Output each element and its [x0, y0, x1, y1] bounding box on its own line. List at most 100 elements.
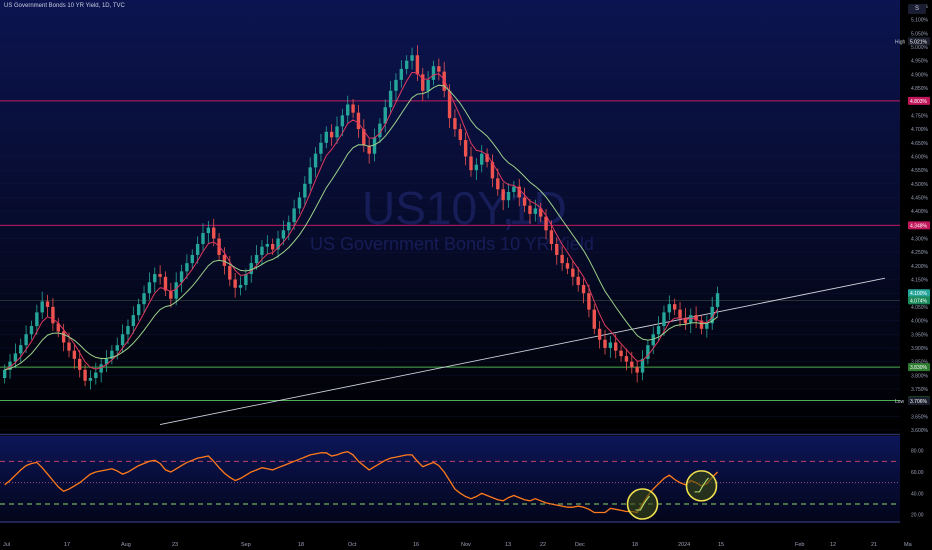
time-tick-label: 17 — [64, 542, 70, 548]
price-tick-label: 4.200% — [911, 264, 929, 270]
candle-body — [335, 126, 339, 138]
rsi-tick-label: 20.00 — [911, 513, 924, 519]
candle-body — [480, 153, 484, 165]
candle-body — [115, 345, 119, 351]
candle-body — [195, 243, 200, 255]
time-tick-label: 21 — [871, 542, 877, 548]
rsi-highlight-circle — [626, 488, 659, 520]
candle-body — [587, 293, 591, 310]
candle-body — [83, 369, 87, 381]
scale-button[interactable]: S — [908, 4, 926, 14]
price-tick-label: 4.900% — [911, 72, 929, 78]
time-tick-label: Jul — [3, 542, 10, 548]
candle-body — [581, 285, 586, 294]
candle-body — [496, 178, 500, 190]
candle-body — [533, 208, 538, 214]
candle-body — [88, 378, 93, 381]
time-tick-label: Dec — [575, 542, 585, 548]
candle-body — [512, 186, 516, 193]
candle-body — [174, 282, 178, 299]
candle-body — [689, 315, 693, 324]
candle-body — [201, 233, 205, 244]
candle-body — [324, 131, 328, 143]
rsi-tick-label: 40.00 — [911, 491, 924, 497]
candle-body — [346, 104, 350, 116]
price-tick-label: 4.450% — [911, 195, 929, 201]
candle-body — [265, 243, 270, 247]
candle-body — [45, 301, 50, 307]
candle-body — [287, 222, 291, 231]
price-tag-value: 4.803% — [910, 99, 928, 105]
candle-body — [463, 140, 468, 157]
candle-body — [222, 254, 227, 266]
price-tick-label: 3.900% — [911, 346, 929, 352]
price-tick-label: 4.050% — [911, 305, 929, 311]
rsi-tick-label: 60.00 — [911, 470, 924, 476]
candle-body — [254, 254, 259, 264]
time-tick-label: Oct — [348, 542, 357, 548]
price-tick-label: 3.950% — [911, 332, 929, 338]
price-tick-label: 4.500% — [911, 182, 929, 188]
candle-body — [630, 361, 634, 368]
watermark-interval: 1D — [508, 182, 567, 234]
time-tick-label: 13 — [505, 542, 511, 548]
price-tick-label: 4.750% — [911, 113, 929, 119]
candle-body — [126, 326, 130, 335]
candle-body — [388, 90, 393, 108]
candle-body — [99, 364, 103, 373]
rsi-tick-label: 80.00 — [911, 449, 924, 455]
candle-body — [292, 208, 296, 223]
candle-body — [94, 372, 98, 379]
price-tag-value: 4.074% — [910, 298, 928, 304]
price-tick-label: 5.000% — [911, 45, 929, 51]
time-tick-label: Sep — [241, 542, 251, 548]
watermark-symbol: US10Y, — [362, 182, 515, 234]
price-tick-label: 4.150% — [911, 278, 929, 284]
price-tick-label: 4.250% — [911, 250, 929, 256]
time-tick-label: 2024 — [678, 542, 690, 548]
candle-body — [431, 66, 436, 80]
candle-body — [544, 216, 548, 231]
candle-body — [421, 74, 425, 91]
candle-body — [329, 131, 334, 138]
candle-body — [705, 323, 709, 329]
time-tick-label: 16 — [413, 542, 419, 548]
candle-body — [78, 358, 82, 370]
price-tick-label: 3.750% — [911, 387, 929, 393]
candle-body — [19, 345, 23, 354]
time-tick-label: 22 — [540, 542, 546, 548]
candle-body — [453, 118, 457, 130]
candle-body — [35, 312, 39, 327]
candle-body — [351, 104, 355, 113]
candle-body — [614, 342, 618, 351]
candle-body — [426, 79, 430, 91]
price-tick-label: 4.600% — [911, 154, 929, 160]
candle-body — [2, 369, 7, 379]
candle-body — [437, 66, 441, 72]
time-tick-label: 23 — [172, 542, 178, 548]
chart-stage: US10Y, 1D US Government Bonds 10 YR Yiel… — [0, 0, 932, 550]
price-tag-value: 5.021% — [910, 39, 928, 45]
candle-body — [501, 189, 505, 201]
candle-body — [281, 230, 286, 239]
candle-body — [474, 164, 479, 171]
candle-body — [635, 367, 639, 373]
price-tag-value: 4.100% — [910, 291, 928, 297]
candle-body — [24, 334, 28, 346]
candle-body — [120, 334, 125, 346]
time-tick-label: Nov — [461, 542, 471, 548]
time-tick-label: 18 — [298, 542, 304, 548]
price-tag-name: High — [895, 39, 906, 45]
price-tick-label: 5.100% — [911, 18, 929, 24]
candle-body — [576, 276, 580, 286]
candle-body — [404, 60, 409, 69]
candle-body — [592, 309, 596, 329]
candle-body — [399, 68, 404, 80]
candle-body — [597, 328, 602, 340]
candle-body — [410, 55, 414, 61]
candle-body — [158, 274, 162, 277]
candle-body — [319, 142, 323, 154]
candle-body — [260, 246, 264, 255]
candle-body — [244, 274, 248, 286]
price-tag-name: Low — [895, 399, 905, 405]
